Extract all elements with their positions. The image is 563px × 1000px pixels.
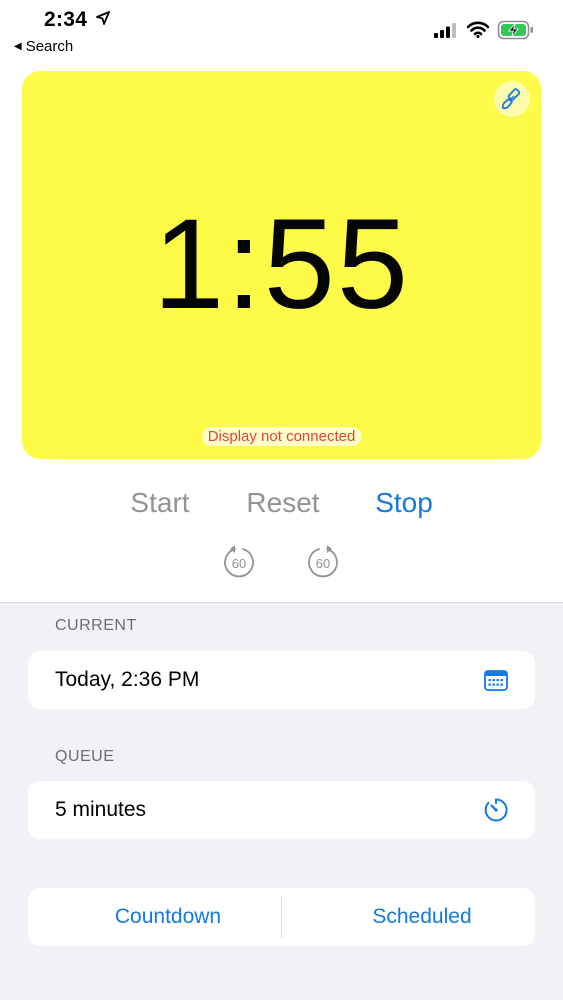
current-time-value: Today, 2:36 PM — [55, 668, 200, 691]
timer-controls: Start Reset Stop — [0, 484, 563, 524]
forward-60-icon: 60 — [308, 545, 338, 578]
battery-charging-icon — [497, 20, 533, 40]
forward-60-button[interactable]: 60 — [305, 544, 341, 580]
back-to-search-link[interactable]: ◀ Search — [14, 38, 73, 55]
rewind-60-label: 60 — [232, 556, 246, 571]
timer-mode-selector: Countdown Scheduled — [28, 888, 535, 946]
customize-display-button[interactable] — [494, 81, 530, 117]
rewind-60-icon: 60 — [224, 545, 254, 578]
status-time: 2:34 — [44, 8, 88, 31]
paintbrush-icon — [501, 88, 521, 110]
queue-section-header: QUEUE — [55, 748, 115, 765]
location-arrow-icon — [96, 11, 110, 25]
back-search-label: Search — [25, 38, 74, 55]
back-triangle-icon: ◀ — [14, 41, 22, 52]
timer-display: 1:55 Display not connected — [22, 71, 541, 459]
connection-status-badge: Display not connected — [201, 427, 362, 446]
current-section-header: CURRENT — [55, 617, 137, 634]
timer-icon[interactable] — [483, 797, 509, 823]
queue-duration-row[interactable]: 5 minutes — [28, 781, 535, 839]
countdown-button[interactable]: Countdown — [28, 888, 308, 946]
scheduled-button[interactable]: Scheduled — [282, 888, 562, 946]
start-button[interactable]: Start — [130, 484, 189, 522]
forward-60-label: 60 — [316, 556, 330, 571]
current-time-row[interactable]: Today, 2:36 PM — [28, 651, 535, 709]
stop-button[interactable]: Stop — [375, 484, 433, 522]
cellular-signal-icon — [434, 23, 456, 38]
wifi-icon — [467, 21, 489, 38]
timer-panel: 2:34 ◀ Search 1:55 Display not connected… — [0, 0, 563, 603]
reset-button[interactable]: Reset — [246, 484, 319, 522]
rewind-60-button[interactable]: 60 — [221, 544, 257, 580]
calendar-icon[interactable] — [483, 667, 509, 693]
timer-value: 1:55 — [152, 193, 411, 336]
queue-duration-value: 5 minutes — [55, 798, 147, 821]
